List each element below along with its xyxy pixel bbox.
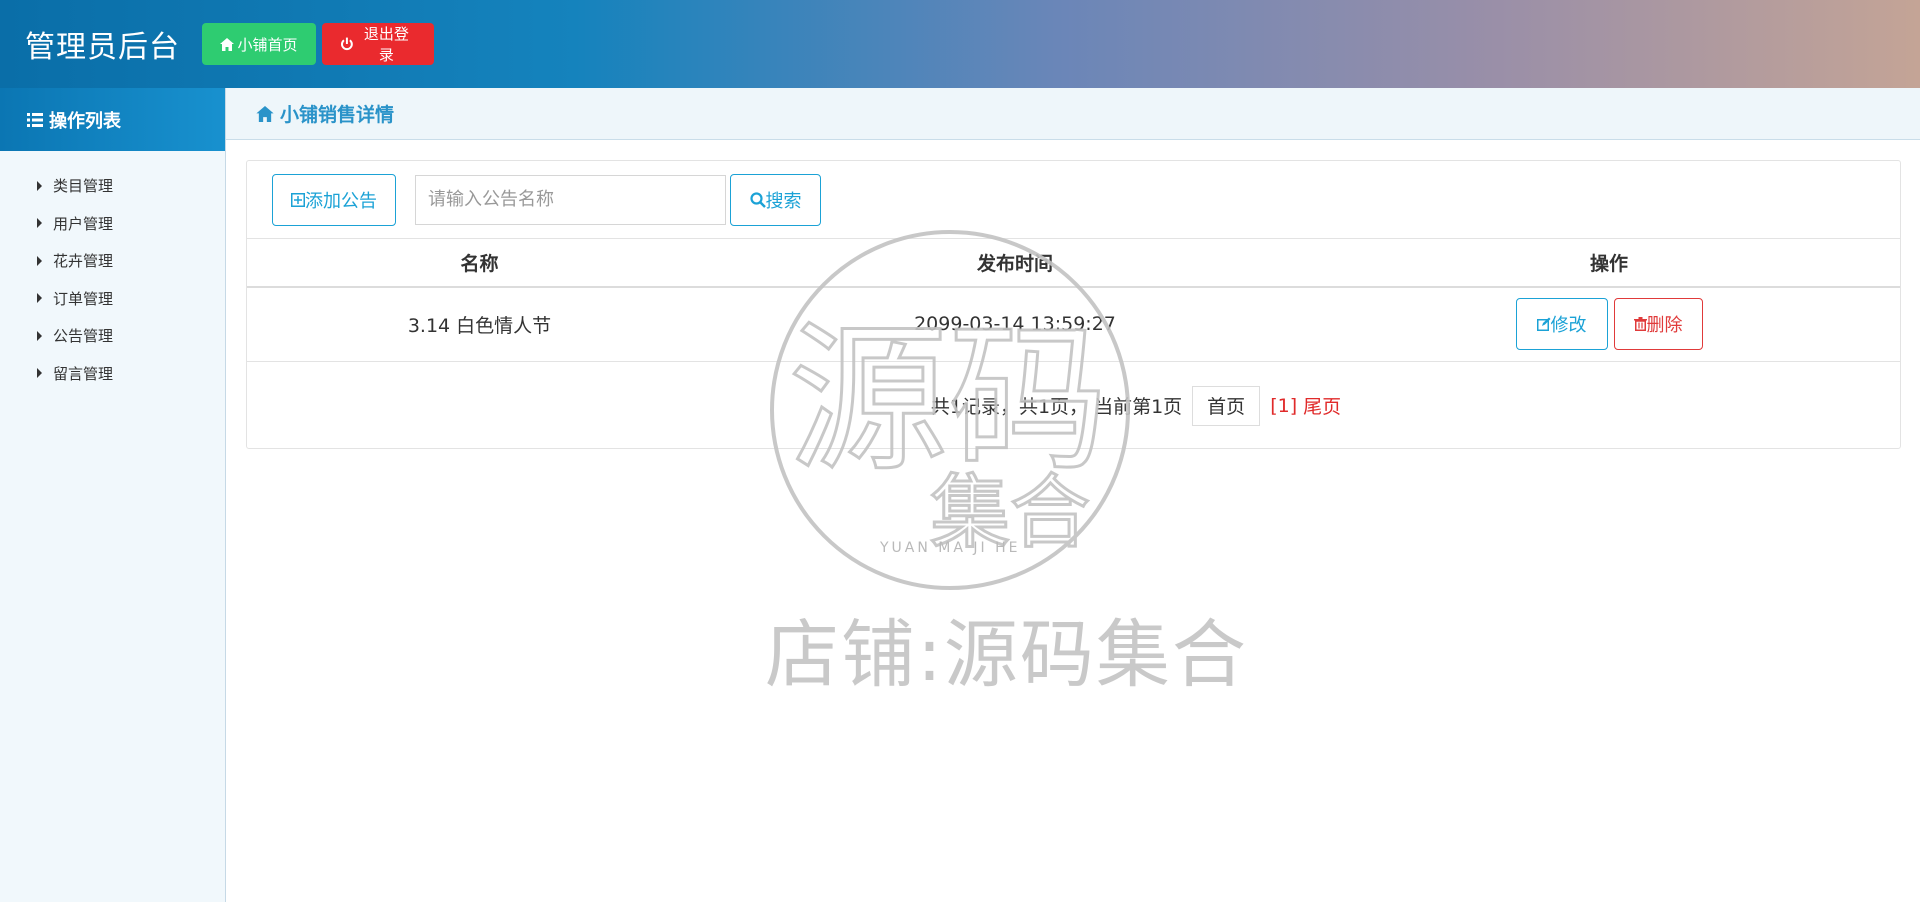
- logout-button[interactable]: 退出登录: [322, 23, 434, 65]
- sidebar-item-label: 花卉管理: [53, 252, 114, 271]
- search-icon: [749, 191, 766, 208]
- table-header-row: 名称 发布时间 操作: [247, 239, 1900, 288]
- caret-right-icon: [37, 368, 42, 379]
- search-label: 搜索: [765, 190, 802, 211]
- shop-home-button[interactable]: 小铺首页: [202, 23, 316, 65]
- delete-label: 删除: [1646, 315, 1683, 336]
- edit-button[interactable]: 修改: [1515, 298, 1608, 351]
- page-title: 小铺销售详情: [280, 104, 395, 126]
- pagination: 共1记录，共1页， 当前第1页 首页 [1] 尾页: [247, 362, 1900, 450]
- column-header-time: 发布时间: [712, 239, 1318, 288]
- announcement-panel: 添加公告 搜索 名称 发布时间 操作 3.14 白色情人节 2099-03-14…: [246, 160, 1901, 449]
- sidebar-item-label: 用户管理: [53, 214, 114, 233]
- search-button[interactable]: 搜索: [730, 173, 821, 226]
- logout-label: 退出登录: [363, 26, 409, 64]
- sidebar-item-label: 类目管理: [53, 177, 114, 196]
- first-page-button[interactable]: 首页: [1192, 385, 1261, 426]
- add-announcement-label: 添加公告: [305, 190, 377, 211]
- sidebar-item-label: 留言管理: [53, 364, 114, 383]
- edit-label: 修改: [1550, 315, 1587, 336]
- sidebar-heading: 操作列表: [0, 88, 225, 151]
- home-icon: [220, 37, 235, 51]
- cell-actions: 修改 删除: [1318, 287, 1900, 362]
- edit-icon: [1536, 317, 1550, 332]
- last-page-link[interactable]: 尾页: [1303, 392, 1341, 419]
- sidebar-menu: 类目管理 用户管理 花卉管理 订单管理 公告管理 留言管理: [0, 151, 225, 392]
- add-announcement-button[interactable]: 添加公告: [272, 173, 396, 226]
- search-input[interactable]: [415, 174, 726, 225]
- announcement-table: 名称 发布时间 操作 3.14 白色情人节 2099-03-14 13:59:2…: [247, 239, 1900, 362]
- toolbar: 添加公告 搜索: [247, 161, 1900, 239]
- caret-right-icon: [37, 293, 42, 304]
- sidebar-item-orders[interactable]: 订单管理: [0, 280, 225, 318]
- watermark-caption: YUAN MA JI HE: [880, 540, 1021, 556]
- sidebar-item-label: 订单管理: [53, 289, 114, 308]
- sidebar-heading-label: 操作列表: [49, 110, 121, 132]
- caret-right-icon: [37, 218, 42, 229]
- top-header: 管理员后台 小铺首页 退出登录: [0, 0, 1920, 88]
- plus-square-icon: [291, 192, 305, 207]
- sidebar-item-label: 公告管理: [53, 327, 114, 346]
- row-actions: 修改 删除: [1318, 298, 1900, 351]
- caret-right-icon: [37, 180, 42, 191]
- sidebar-item-flowers[interactable]: 花卉管理: [0, 242, 225, 280]
- power-icon: [341, 37, 353, 51]
- delete-button[interactable]: 删除: [1613, 298, 1703, 351]
- caret-right-icon: [37, 330, 42, 341]
- cell-time: 2099-03-14 13:59:27: [712, 287, 1318, 362]
- trash-icon: [1633, 317, 1647, 332]
- sidebar: 操作列表 类目管理 用户管理 花卉管理 订单管理 公告管理 留言管理: [0, 88, 226, 902]
- current-page-link[interactable]: [1]: [1270, 395, 1297, 417]
- pagination-summary: 共1记录，共1页， 当前第1页: [930, 396, 1183, 418]
- main-content: 小铺销售详情 添加公告 搜索 名称 发布时间 操作: [226, 88, 1920, 902]
- column-header-actions: 操作: [1318, 239, 1900, 288]
- sidebar-item-announcements[interactable]: 公告管理: [0, 317, 225, 355]
- caret-right-icon: [37, 255, 42, 266]
- table-row: 3.14 白色情人节 2099-03-14 13:59:27 修改 删除: [247, 287, 1900, 362]
- sidebar-item-messages[interactable]: 留言管理: [0, 355, 225, 393]
- cell-name: 3.14 白色情人节: [247, 287, 712, 362]
- column-header-name: 名称: [247, 239, 712, 288]
- list-icon: [27, 112, 43, 127]
- breadcrumb: 小铺销售详情: [226, 88, 1920, 140]
- home-icon: [256, 105, 274, 122]
- watermark-shop-text: 店铺:源码集合: [765, 612, 1248, 698]
- sidebar-item-users[interactable]: 用户管理: [0, 205, 225, 243]
- shop-home-label: 小铺首页: [237, 36, 298, 54]
- sidebar-item-category[interactable]: 类目管理: [0, 167, 225, 205]
- app-title: 管理员后台: [25, 30, 180, 65]
